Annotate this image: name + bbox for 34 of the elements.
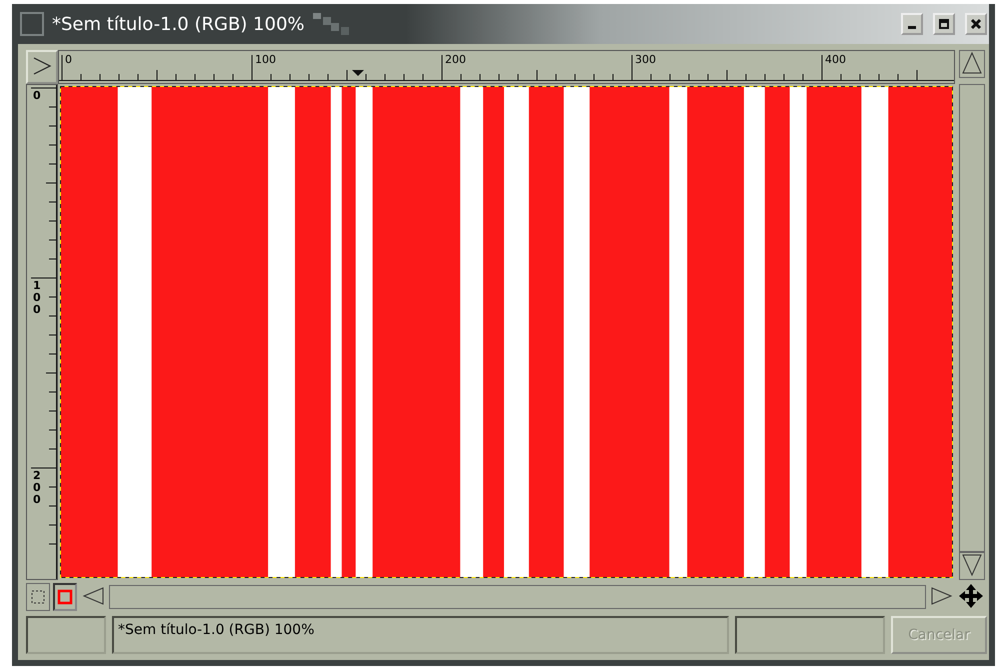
window-title: *Sem título-1.0 (RGB) 100% bbox=[52, 14, 305, 34]
ruler-label: 400 bbox=[825, 53, 846, 66]
close-button[interactable] bbox=[965, 13, 987, 35]
ruler-label: 200 bbox=[445, 53, 466, 66]
up-arrow-icon bbox=[960, 51, 984, 75]
quick-mask-button[interactable] bbox=[53, 583, 77, 611]
image-menu-button[interactable] bbox=[26, 50, 58, 84]
minimize-icon bbox=[908, 26, 916, 29]
ruler-label: 300 bbox=[635, 53, 656, 66]
status-message: *Sem título-1.0 (RGB) 100% bbox=[112, 616, 729, 654]
ruler-label: 100 bbox=[33, 280, 42, 316]
square-icon bbox=[57, 589, 73, 605]
close-icon bbox=[970, 18, 982, 30]
scroll-up-button[interactable] bbox=[959, 50, 985, 78]
left-arrow-icon bbox=[82, 584, 104, 606]
title-decoration-icon bbox=[312, 13, 349, 35]
vertical-scrollbar-thumb[interactable] bbox=[959, 84, 985, 552]
down-arrow-icon bbox=[960, 553, 984, 577]
navigate-icon[interactable] bbox=[958, 583, 984, 609]
scroll-down-button[interactable] bbox=[959, 552, 985, 580]
selection-mask-button[interactable] bbox=[26, 583, 50, 611]
pointer-marker-icon bbox=[352, 70, 364, 76]
image-canvas[interactable] bbox=[60, 86, 953, 578]
ruler-label: 200 bbox=[33, 470, 42, 506]
ruler-label: 0 bbox=[65, 53, 72, 66]
right-arrow-icon bbox=[931, 584, 953, 606]
horizontal-scrollbar-thumb[interactable] bbox=[109, 585, 926, 609]
maximize-icon bbox=[938, 18, 950, 30]
ruler-label: 0 bbox=[33, 90, 42, 102]
ruler-label: 100 bbox=[255, 53, 276, 66]
minimize-button[interactable] bbox=[901, 13, 923, 35]
dashed-square-icon bbox=[30, 589, 46, 605]
window-menu-icon[interactable] bbox=[20, 12, 44, 36]
maximize-button[interactable] bbox=[933, 13, 955, 35]
